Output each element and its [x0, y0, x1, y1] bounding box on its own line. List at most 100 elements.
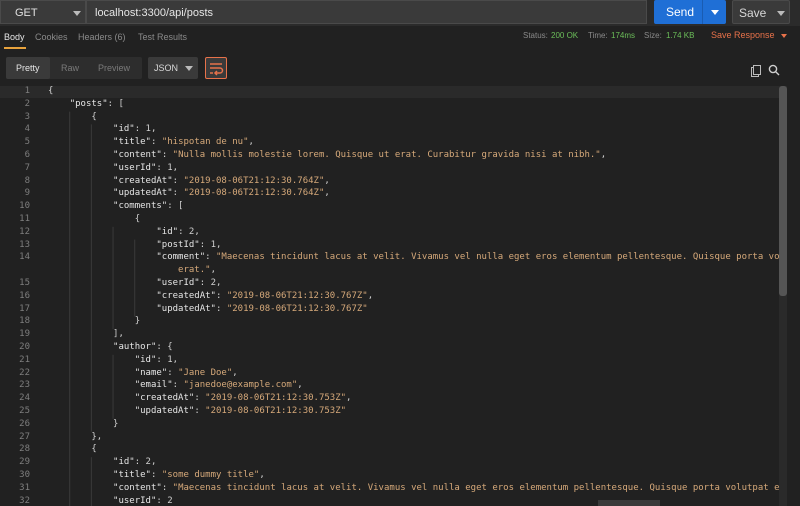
code-line: 12 "id": 2,	[0, 227, 780, 239]
tab-headers[interactable]: Headers (6)	[78, 32, 126, 42]
editor-scrollbar[interactable]	[779, 86, 787, 506]
code-line: erat.",	[0, 265, 780, 277]
line-number: 27	[19, 431, 30, 442]
code-line: 9 "updatedAt": "2019-08-06T21:12:30.764Z…	[0, 188, 780, 200]
code-line: 20 "author": {	[0, 342, 780, 354]
scrollbar-thumb[interactable]	[779, 86, 787, 296]
code-text: "title": "some dummy title",	[113, 470, 265, 480]
mode-preview[interactable]: Preview	[98, 63, 130, 73]
chevron-down-icon[interactable]	[711, 10, 719, 15]
mode-pretty[interactable]: Pretty	[16, 63, 40, 73]
status-value: 200 OK	[551, 31, 578, 40]
mode-raw[interactable]: Raw	[61, 63, 79, 73]
line-number: 25	[19, 406, 30, 416]
code-text: {	[48, 111, 97, 122]
save-response-label: Save Response	[711, 30, 775, 40]
line-number: 29	[19, 457, 30, 468]
send-button[interactable]: Send	[654, 0, 726, 24]
code-text: "posts": [	[69, 98, 124, 109]
code-text: "content": "Nulla mollis molestie lorem.…	[113, 150, 607, 160]
chevron-down-icon	[73, 11, 81, 16]
wrap-lines-button[interactable]	[205, 57, 227, 79]
code-line: 3 {	[0, 112, 780, 124]
code-text: "id": 1,	[113, 124, 157, 135]
code-text: "id": 2,	[113, 457, 157, 468]
method-label: GET	[15, 7, 38, 19]
code-line: 18 }	[0, 316, 780, 328]
line-number: 10	[19, 201, 30, 212]
size-label: Size:	[644, 31, 662, 40]
code-line: 11 {	[0, 214, 780, 226]
status-label: Status:	[523, 31, 548, 40]
code-line: 15 "userId": 2,	[0, 278, 780, 290]
code-line: 5 "title": "hispotan de nu",	[0, 137, 780, 149]
code-line: 8 "createdAt": "2019-08-06T21:12:30.764Z…	[0, 176, 780, 188]
save-response-button[interactable]: Save Response	[711, 30, 787, 40]
code-line: 24 "createdAt": "2019-08-06T21:12:30.753…	[0, 393, 780, 405]
format-label: JSON	[154, 63, 179, 73]
search-icon[interactable]	[768, 64, 780, 76]
send-label: Send	[666, 5, 695, 19]
chevron-down-icon	[780, 33, 787, 38]
code-line: 7 "userId": 1,	[0, 163, 780, 175]
method-select[interactable]: GET	[0, 0, 86, 24]
size-value: 1.74 KB	[666, 31, 694, 40]
save-button[interactable]: Save	[732, 0, 790, 24]
code-line: 1{	[0, 86, 780, 98]
chevron-down-icon	[185, 66, 193, 71]
code-text: "postId": 1,	[156, 239, 222, 250]
line-number: 17	[19, 303, 30, 314]
code-line: 25 "updatedAt": "2019-08-06T21:12:30.753…	[0, 406, 780, 418]
wrap-lines-icon	[210, 63, 224, 76]
response-body-editor[interactable]: 1{2 "posts": [ 3 {4 "id": 1, 5 "title": "h…	[0, 86, 780, 506]
code-text: "email": "janedoe@example.com",	[134, 380, 303, 391]
code-line: 6 "content": "Nulla mollis molestie lore…	[0, 150, 780, 162]
code-line: 22 "name": "Jane Doe",	[0, 368, 780, 380]
code-text: }	[48, 418, 119, 429]
status-ok-text: 200 OK	[551, 31, 579, 40]
code-text: "title": "hispotan de nu",	[113, 137, 254, 148]
code-text: "updatedAt": "2019-08-06T21:12:30.767Z"	[156, 303, 368, 314]
code-line: 30 "title": "some dummy title",	[0, 470, 780, 482]
code-text: "author": {	[113, 342, 173, 352]
code-text: }	[48, 316, 141, 327]
line-number: 7	[24, 162, 30, 173]
horizontal-scroll-thumb[interactable]	[598, 500, 660, 506]
code-text: "createdAt": "2019-08-06T21:12:30.767Z",	[156, 290, 374, 301]
line-number: 19	[19, 329, 30, 340]
code-line: 19 ],	[0, 329, 780, 341]
line-number: 21	[19, 354, 30, 365]
line-number: 6	[24, 150, 30, 160]
code-line: 17 "updatedAt": "2019-08-06T21:12:30.767…	[0, 304, 780, 316]
line-number: 28	[19, 444, 30, 455]
line-number: 24	[19, 393, 30, 404]
code-text: "content": "Maecenas tincidunt lacus at …	[113, 482, 780, 493]
format-select[interactable]: JSON	[148, 57, 198, 79]
chevron-down-icon[interactable]	[777, 11, 785, 16]
code-line: 23 "email": "janedoe@example.com",	[0, 380, 780, 392]
line-number: 20	[19, 342, 30, 352]
line-number: 3	[24, 111, 30, 122]
line-number: 2	[24, 98, 30, 109]
code-line: 31 "content": "Maecenas tincidunt lacus …	[0, 483, 780, 495]
code-line: 21 "id": 1,	[0, 355, 780, 367]
line-number: 4	[24, 124, 30, 135]
url-input[interactable]: localhost:3300/api/posts	[86, 0, 647, 24]
line-number: 32	[19, 495, 30, 506]
tab-body[interactable]: Body	[4, 32, 25, 42]
code-line: 29 "id": 2,	[0, 457, 780, 469]
tab-test-results[interactable]: Test Results	[138, 32, 187, 42]
active-tab-indicator	[4, 47, 26, 49]
size-text: 1.74 KB	[666, 31, 695, 40]
code-text: {	[48, 444, 97, 455]
code-line: 27 },	[0, 432, 780, 444]
code-text: "userId": 2	[113, 495, 173, 506]
code-text: "name": "Jane Doe",	[134, 367, 238, 378]
line-number: 15	[19, 278, 30, 288]
line-number: 26	[19, 418, 30, 429]
copy-icon[interactable]	[751, 65, 761, 77]
line-number: 11	[19, 214, 30, 224]
code-line: 26 }	[0, 419, 780, 431]
line-number: 22	[19, 367, 30, 378]
tab-cookies[interactable]: Cookies	[35, 32, 68, 42]
